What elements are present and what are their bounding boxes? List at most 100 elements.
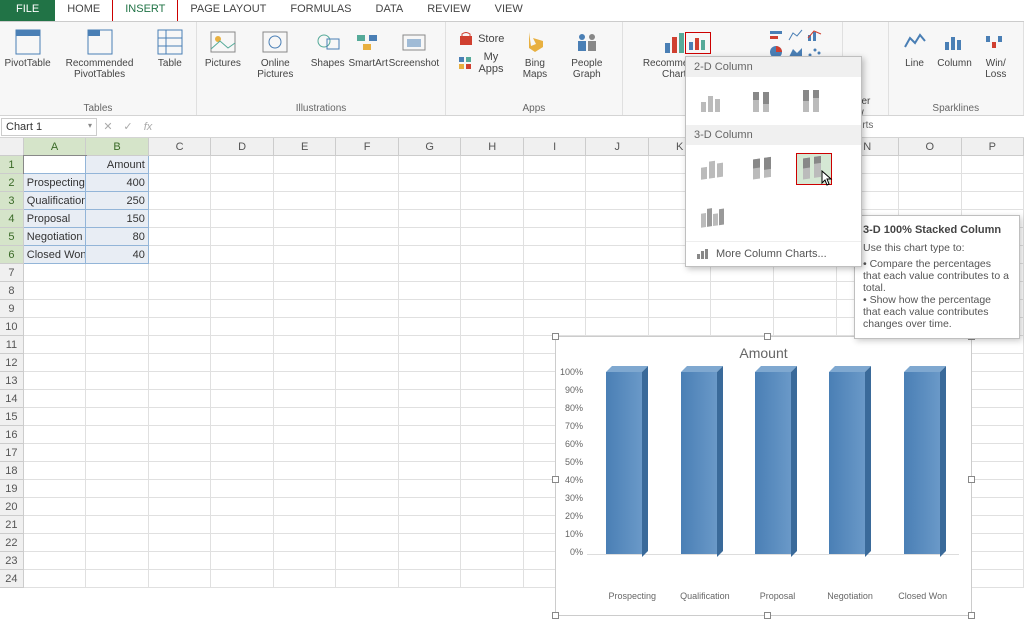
- smartart-button[interactable]: SmartArt: [348, 24, 389, 82]
- cell-B17[interactable]: [86, 444, 149, 462]
- myapps-button[interactable]: My Apps: [452, 49, 512, 77]
- cell-A9[interactable]: [24, 300, 87, 318]
- cell-J7[interactable]: [586, 264, 649, 282]
- cell-C20[interactable]: [149, 498, 212, 516]
- cell-E21[interactable]: [274, 516, 337, 534]
- cell-J8[interactable]: [586, 282, 649, 300]
- cell-L9[interactable]: [711, 300, 774, 318]
- cell-A3[interactable]: Qualification: [24, 192, 87, 210]
- cell-G10[interactable]: [399, 318, 462, 336]
- cell-I8[interactable]: [524, 282, 587, 300]
- cell-H7[interactable]: [461, 264, 524, 282]
- row-22[interactable]: 22: [0, 534, 24, 552]
- cell-G8[interactable]: [399, 282, 462, 300]
- cell-G13[interactable]: [399, 372, 462, 390]
- tab-insert[interactable]: INSERT: [112, 0, 178, 21]
- cell-E2[interactable]: [274, 174, 337, 192]
- cell-I5[interactable]: [524, 228, 587, 246]
- cell-H24[interactable]: [461, 570, 524, 588]
- cell-H22[interactable]: [461, 534, 524, 552]
- cell-J5[interactable]: [586, 228, 649, 246]
- cell-B24[interactable]: [86, 570, 149, 588]
- cell-K8[interactable]: [649, 282, 712, 300]
- cell-E8[interactable]: [274, 282, 337, 300]
- cell-J9[interactable]: [586, 300, 649, 318]
- cell-D2[interactable]: [211, 174, 274, 192]
- row-4[interactable]: 4: [0, 210, 24, 228]
- row-23[interactable]: 23: [0, 552, 24, 570]
- cell-C22[interactable]: [149, 534, 212, 552]
- cell-B15[interactable]: [86, 408, 149, 426]
- cell-G2[interactable]: [399, 174, 462, 192]
- col-F[interactable]: F: [336, 138, 399, 156]
- cell-A11[interactable]: [24, 336, 87, 354]
- table-button[interactable]: Table: [150, 24, 190, 82]
- row-20[interactable]: 20: [0, 498, 24, 516]
- cell-F19[interactable]: [336, 480, 399, 498]
- col-E[interactable]: E: [274, 138, 337, 156]
- cell-B10[interactable]: [86, 318, 149, 336]
- cell-A17[interactable]: [24, 444, 87, 462]
- cell-A5[interactable]: Negotiation: [24, 228, 87, 246]
- cell-P3[interactable]: [962, 192, 1024, 210]
- cell-P2[interactable]: [962, 174, 1024, 192]
- cell-F6[interactable]: [336, 246, 399, 264]
- row-1[interactable]: 1: [0, 156, 24, 174]
- cell-G3[interactable]: [399, 192, 462, 210]
- cell-B19[interactable]: [86, 480, 149, 498]
- cell-B18[interactable]: [86, 462, 149, 480]
- cell-D4[interactable]: [211, 210, 274, 228]
- row-18[interactable]: 18: [0, 462, 24, 480]
- row-21[interactable]: 21: [0, 516, 24, 534]
- cell-D19[interactable]: [211, 480, 274, 498]
- cell-A22[interactable]: [24, 534, 87, 552]
- name-box[interactable]: Chart 1: [1, 118, 97, 136]
- cell-G1[interactable]: [399, 156, 462, 174]
- cell-E17[interactable]: [274, 444, 337, 462]
- row-15[interactable]: 15: [0, 408, 24, 426]
- cell-B13[interactable]: [86, 372, 149, 390]
- cell-H18[interactable]: [461, 462, 524, 480]
- cell-E18[interactable]: [274, 462, 337, 480]
- col-J[interactable]: J: [586, 138, 649, 156]
- cell-H11[interactable]: [461, 336, 524, 354]
- cell-E5[interactable]: [274, 228, 337, 246]
- cell-G23[interactable]: [399, 552, 462, 570]
- cell-F21[interactable]: [336, 516, 399, 534]
- cell-C23[interactable]: [149, 552, 212, 570]
- cell-F2[interactable]: [336, 174, 399, 192]
- spark-line-button[interactable]: Line: [895, 24, 935, 82]
- cell-H10[interactable]: [461, 318, 524, 336]
- cell-C12[interactable]: [149, 354, 212, 372]
- cell-B6[interactable]: 40: [86, 246, 149, 264]
- cell-G24[interactable]: [399, 570, 462, 588]
- cell-C7[interactable]: [149, 264, 212, 282]
- cell-A21[interactable]: [24, 516, 87, 534]
- cell-H13[interactable]: [461, 372, 524, 390]
- cell-A15[interactable]: [24, 408, 87, 426]
- cell-H15[interactable]: [461, 408, 524, 426]
- rec-pivottables-button[interactable]: Recommended PivotTables: [49, 24, 150, 82]
- cell-K10[interactable]: [649, 318, 712, 336]
- cell-F17[interactable]: [336, 444, 399, 462]
- cell-G21[interactable]: [399, 516, 462, 534]
- cell-F1[interactable]: [336, 156, 399, 174]
- cell-B8[interactable]: [86, 282, 149, 300]
- cell-C9[interactable]: [149, 300, 212, 318]
- cell-D20[interactable]: [211, 498, 274, 516]
- tab-pagelayout[interactable]: PAGE LAYOUT: [178, 0, 278, 21]
- cell-F15[interactable]: [336, 408, 399, 426]
- 3d-stacked-column[interactable]: [746, 153, 782, 185]
- row-16[interactable]: 16: [0, 426, 24, 444]
- chart-line-icon[interactable]: [788, 28, 804, 42]
- cell-B16[interactable]: [86, 426, 149, 444]
- cell-D18[interactable]: [211, 462, 274, 480]
- cell-G22[interactable]: [399, 534, 462, 552]
- bingmaps-button[interactable]: Bing Maps: [512, 24, 558, 82]
- cell-H20[interactable]: [461, 498, 524, 516]
- cell-C21[interactable]: [149, 516, 212, 534]
- screenshot-button[interactable]: Screenshot: [389, 24, 439, 82]
- fx-cancel-icon[interactable]: ✕: [98, 120, 118, 133]
- tab-view[interactable]: VIEW: [483, 0, 535, 21]
- cell-J4[interactable]: [586, 210, 649, 228]
